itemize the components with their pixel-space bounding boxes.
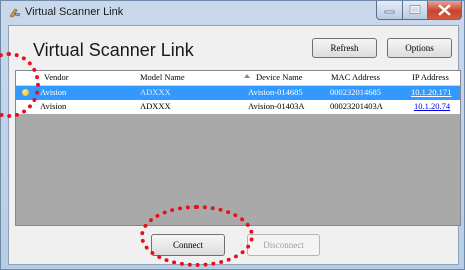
cell-vendor: Avision xyxy=(40,101,67,111)
cell-ip-link[interactable]: 10.1.20.171 xyxy=(411,87,451,97)
list-header: Vendor Model Name Device Name MAC Addres… xyxy=(16,71,460,86)
device-list[interactable]: Vendor Model Name Device Name MAC Addres… xyxy=(15,70,461,226)
cell-device-name: Avision-01403A xyxy=(248,101,305,111)
cell-model-name: ADXXX xyxy=(140,87,171,97)
column-header-ip-address[interactable]: IP Address xyxy=(412,72,449,82)
column-header-device-name[interactable]: Device Name xyxy=(256,72,303,82)
disconnect-button: Disconnect xyxy=(247,234,320,256)
title-bar[interactable]: Virtual Scanner Link xyxy=(1,1,464,25)
close-button[interactable] xyxy=(427,1,462,20)
cell-mac-address: 00023201403A xyxy=(330,101,383,111)
refresh-button[interactable]: Refresh xyxy=(312,38,377,58)
minimize-button[interactable] xyxy=(376,1,403,20)
cell-device-name: Avision-014685 xyxy=(248,87,303,97)
window-title: Virtual Scanner Link xyxy=(25,6,124,18)
scanner-app-icon xyxy=(9,8,21,18)
close-icon xyxy=(438,4,451,16)
maximize-button[interactable] xyxy=(402,1,428,20)
cell-ip-link[interactable]: 10.1.20.74 xyxy=(414,101,450,111)
page-title: Virtual Scanner Link xyxy=(33,40,194,60)
cell-vendor: Avision xyxy=(40,87,67,97)
column-header-vendor[interactable]: Vendor xyxy=(44,72,69,82)
minimize-icon xyxy=(384,10,395,14)
table-row[interactable]: Avision ADXXX Avision-01403A 00023201403… xyxy=(16,100,460,114)
column-header-mac-address[interactable]: MAC Address xyxy=(331,72,380,82)
maximize-icon xyxy=(409,5,421,14)
options-button[interactable]: Options xyxy=(387,38,452,58)
annotation-ring-connect xyxy=(140,205,254,267)
table-row[interactable]: Avision ADXXX Avision-014685 00023201468… xyxy=(16,86,460,100)
column-header-model-name[interactable]: Model Name xyxy=(140,72,185,82)
cell-mac-address: 000232014685 xyxy=(330,87,381,97)
cell-model-name: ADXXX xyxy=(140,101,171,111)
sort-ascending-icon xyxy=(244,74,250,78)
